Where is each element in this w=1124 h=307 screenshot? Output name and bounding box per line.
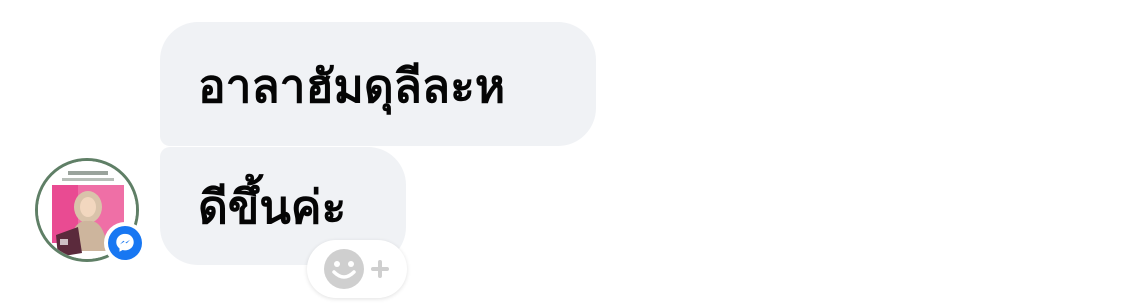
sender-avatar-group[interactable] (35, 158, 146, 264)
smiley-icon (324, 249, 364, 289)
messenger-badge (104, 222, 146, 264)
chat-thread: อาลาฮัมดุลีละห ดีขึ้นค่ะ (0, 0, 1124, 307)
messenger-icon (108, 226, 142, 260)
message-bubble[interactable]: อาลาฮัมดุลีละห (160, 22, 596, 146)
plus-icon (371, 260, 389, 278)
message-text: อาลาฮัมดุลีละห (198, 59, 506, 113)
add-reaction-button[interactable] (307, 240, 407, 298)
message-text: ดีขึ้นค่ะ (198, 180, 347, 234)
